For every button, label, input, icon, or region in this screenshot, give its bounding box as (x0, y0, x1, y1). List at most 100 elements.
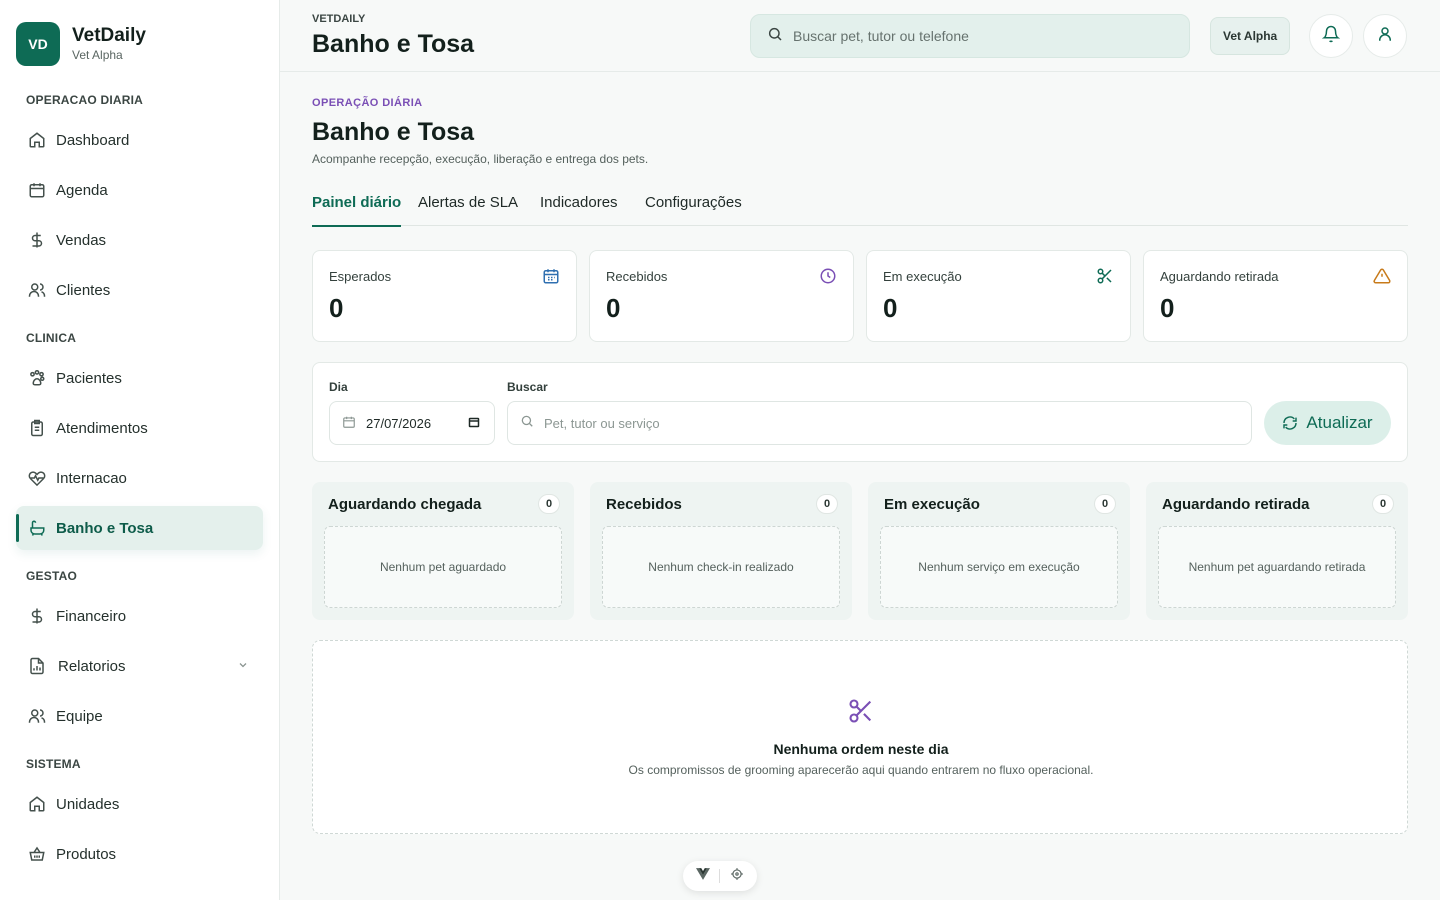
tab-painel-diario[interactable]: Painel diário (312, 194, 402, 227)
search-icon (520, 414, 534, 433)
search-icon (767, 26, 783, 47)
sidebar-item-internacao[interactable]: Internacao (16, 456, 263, 500)
devtools-pill[interactable] (683, 861, 757, 891)
column-count-badge: 0 (1094, 494, 1116, 514)
search-label: Buscar (507, 380, 548, 394)
empty-state: Nenhuma ordem neste dia Os compromissos … (312, 640, 1408, 834)
calendar-icon (342, 415, 356, 432)
tab-indicadores[interactable]: Indicadores (540, 194, 618, 225)
scissors-icon (847, 697, 875, 730)
dollar-icon (28, 231, 46, 249)
kanban-column-aguardando-chegada: Aguardando chegada 0 Nenhum pet aguardad… (312, 482, 574, 620)
sidebar-item-vendas[interactable]: Vendas (16, 218, 263, 262)
calendar-icon (542, 267, 560, 290)
crosshair-icon[interactable] (730, 867, 744, 886)
chevron-down-icon[interactable] (237, 658, 249, 675)
sidebar-item-label: Financeiro (56, 607, 127, 625)
kanban-column-recebidos: Recebidos 0 Nenhum check-in realizado (590, 482, 852, 620)
profile-button[interactable] (1363, 14, 1407, 58)
sidebar-item-label: Equipe (56, 707, 103, 725)
refresh-label: Atualizar (1306, 413, 1373, 432)
filter-panel: Dia Buscar 27/07/2026 Atualizar (312, 362, 1408, 462)
sidebar-item-label: Banho e Tosa (56, 519, 154, 537)
users-icon (28, 707, 46, 725)
home-icon (28, 131, 46, 149)
nav-section-clinica: CLINICA (26, 331, 77, 345)
sidebar-item-financeiro[interactable]: Financeiro (16, 594, 263, 638)
order-search-input[interactable] (544, 415, 1224, 431)
column-title: Recebidos (606, 496, 682, 513)
day-label: Dia (329, 380, 348, 394)
paw-icon (28, 369, 46, 387)
nav-section-operacao: OPERACAO DIARIA (26, 93, 144, 107)
heart-pulse-icon (28, 469, 46, 487)
kpi-card-aguardando-retirada: Aguardando retirada 0 (1143, 250, 1408, 342)
brand-logo: VD (16, 22, 60, 66)
bell-icon (1321, 25, 1341, 48)
sidebar: VD VetDaily Vet Alpha OPERACAO DIARIA Da… (0, 0, 280, 900)
divider (719, 869, 721, 883)
sidebar-item-label: Unidades (56, 795, 120, 813)
date-field[interactable]: 27/07/2026 (329, 401, 495, 445)
tab-alertas-sla[interactable]: Alertas de SLA (418, 194, 518, 225)
tab-configuracoes[interactable]: Configurações (645, 194, 742, 225)
scissors-icon (1096, 267, 1114, 290)
sidebar-item-unidades[interactable]: Unidades (16, 782, 263, 826)
page-title: Banho e Tosa (312, 118, 475, 146)
sidebar-item-clientes[interactable]: Clientes (16, 268, 263, 312)
column-count-badge: 0 (1372, 494, 1394, 514)
column-empty-message: Nenhum serviço em execução (880, 526, 1118, 608)
column-count-badge: 0 (538, 494, 560, 514)
sidebar-item-banho-e-tosa[interactable]: Banho e Tosa (16, 506, 263, 550)
kpi-card-esperados: Esperados 0 (312, 250, 577, 342)
kpi-value: 0 (883, 293, 898, 323)
kpi-value: 0 (606, 293, 621, 323)
bath-icon (28, 519, 46, 537)
sidebar-item-label: Agenda (56, 181, 108, 199)
sidebar-item-label: Produtos (56, 845, 117, 863)
column-empty-message: Nenhum check-in realizado (602, 526, 840, 608)
kanban-column-aguardando-retirada: Aguardando retirada 0 Nenhum pet aguarda… (1146, 482, 1408, 620)
page-eyebrow: OPERAÇÃO DIÁRIA (312, 97, 423, 109)
notifications-button[interactable] (1309, 14, 1353, 58)
column-empty-message: Nenhum pet aguardado (324, 526, 562, 608)
nav-section-sistema: SISTEMA (26, 757, 81, 771)
date-value: 27/07/2026 (366, 415, 432, 431)
calendar-icon (28, 181, 46, 199)
column-empty-message: Nenhum pet aguardando retirada (1158, 526, 1396, 608)
sidebar-item-label: Relatorios (58, 657, 126, 675)
sidebar-item-label: Atendimentos (56, 419, 148, 437)
sidebar-item-label: Pacientes (56, 369, 122, 387)
kpi-value: 0 (329, 293, 344, 323)
brand[interactable]: VD VetDaily Vet Alpha (16, 22, 146, 66)
sidebar-item-label: Clientes (56, 281, 111, 299)
kanban-column-em-execucao: Em execução 0 Nenhum serviço em execução (868, 482, 1130, 620)
brand-subtitle: Vet Alpha (72, 48, 123, 62)
kpi-card-recebidos: Recebidos 0 (589, 250, 854, 342)
sidebar-item-relatorios[interactable]: Relatorios (16, 644, 263, 688)
page-description: Acompanhe recepção, execução, liberação … (312, 152, 649, 166)
vue-logo-icon[interactable] (695, 867, 710, 885)
sidebar-item-pacientes[interactable]: Pacientes (16, 356, 263, 400)
sidebar-item-dashboard[interactable]: Dashboard (16, 118, 263, 162)
order-search[interactable] (507, 401, 1252, 445)
tab-bar: Painel diário Alertas de SLA Indicadores… (312, 188, 1408, 227)
empty-state-description: Os compromissos de grooming aparecerão a… (628, 763, 1094, 777)
sidebar-item-equipe[interactable]: Equipe (16, 694, 263, 738)
topbar-eyebrow: VETDAILY (312, 13, 366, 25)
user-icon (1376, 25, 1394, 48)
sidebar-item-agenda[interactable]: Agenda (16, 168, 263, 212)
date-picker-icon[interactable] (468, 416, 480, 431)
sidebar-item-atendimentos[interactable]: Atendimentos (16, 406, 263, 450)
dollar-icon (28, 607, 46, 625)
global-search-input[interactable] (793, 28, 1173, 44)
column-title: Aguardando chegada (328, 496, 482, 513)
topbar: VETDAILY Banho e Tosa Vet Alpha (280, 0, 1440, 72)
sidebar-item-label: Internacao (56, 469, 127, 487)
refresh-button[interactable]: Atualizar (1264, 401, 1391, 445)
sidebar-item-produtos[interactable]: Produtos (16, 832, 263, 876)
sidebar-item-label: Dashboard (56, 131, 130, 149)
global-search[interactable] (750, 14, 1190, 58)
unit-badge[interactable]: Vet Alpha (1210, 17, 1291, 55)
kpi-value: 0 (1160, 293, 1175, 323)
